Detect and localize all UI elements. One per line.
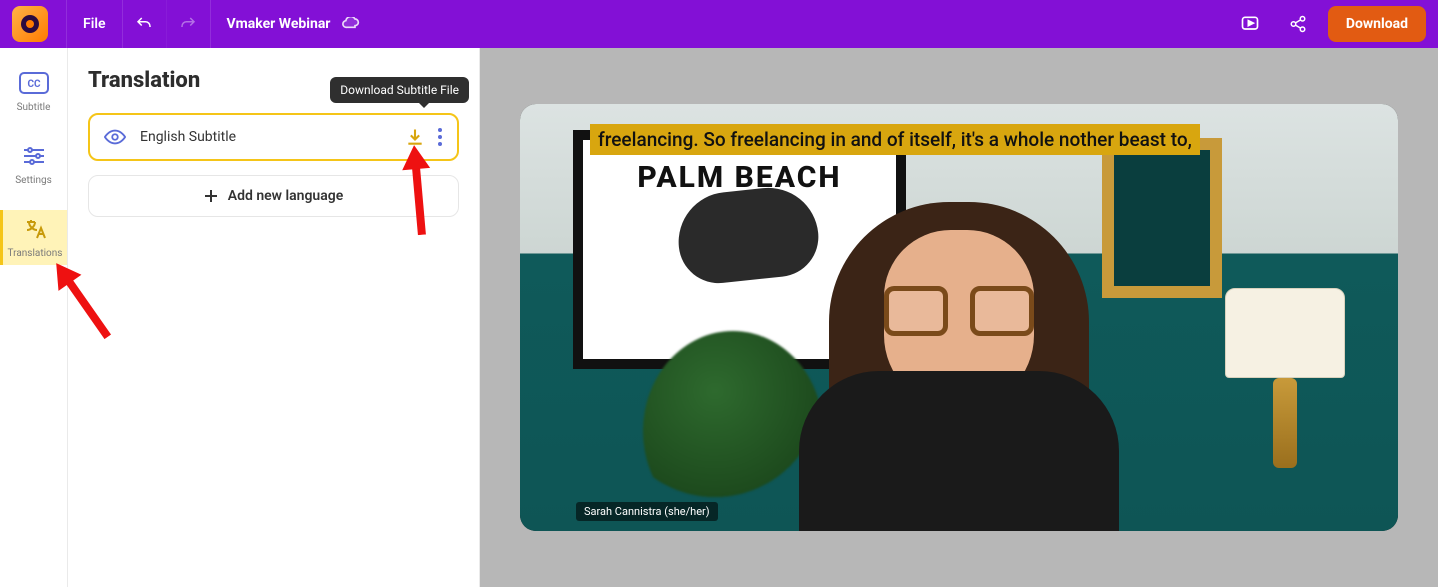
download-subtitle-button[interactable] [405, 127, 425, 147]
redo-button[interactable] [166, 0, 210, 48]
rail-item-translations[interactable]: Translations [0, 210, 67, 265]
app-logo[interactable] [12, 6, 48, 42]
rail-item-subtitle[interactable]: CC Subtitle [0, 64, 67, 119]
preview-area: PALM BEACH FLORIDA freelancing. So free [480, 48, 1438, 587]
scene-lamp [1225, 288, 1345, 488]
video-scene: PALM BEACH FLORIDA [520, 104, 1398, 530]
topbar-right: Download [1232, 6, 1426, 42]
topbar-left: File Vmaker Webinar [12, 0, 376, 48]
speaker-name-badge: Sarah Cannistra (she/her) [576, 502, 718, 521]
topbar: File Vmaker Webinar Download [0, 0, 1438, 48]
rail-label-subtitle: Subtitle [17, 102, 51, 113]
undo-icon [135, 15, 153, 33]
download-button[interactable]: Download [1328, 6, 1426, 42]
plus-icon [204, 189, 218, 203]
undo-button[interactable] [122, 0, 166, 48]
row-actions [405, 127, 443, 147]
play-icon [1240, 14, 1260, 34]
rail-item-settings[interactable]: Settings [0, 137, 67, 192]
rail-label-settings: Settings [15, 175, 52, 186]
project-title[interactable]: Vmaker Webinar [227, 16, 331, 32]
download-tooltip: Download Subtitle File [330, 77, 469, 103]
sliders-icon [18, 143, 50, 169]
cc-icon: CC [18, 70, 50, 96]
visibility-icon[interactable] [104, 129, 126, 145]
cloud-sync-icon [340, 17, 360, 31]
preview-play-button[interactable] [1232, 6, 1268, 42]
caption-strip: freelancing. So freelancing in and of it… [590, 124, 1200, 155]
rail-label-translations: Translations [8, 248, 63, 259]
subtitle-label: English Subtitle [140, 129, 391, 145]
subtitle-row-english[interactable]: Download Subtitle File English Subtitle [88, 113, 459, 161]
add-language-label: Add new language [228, 188, 344, 204]
redo-icon [179, 15, 197, 33]
share-icon [1289, 15, 1307, 33]
file-menu[interactable]: File [66, 0, 122, 48]
more-options-button[interactable] [437, 127, 443, 147]
translate-icon [19, 216, 51, 242]
project-title-wrap: Vmaker Webinar [210, 0, 377, 48]
share-button[interactable] [1280, 6, 1316, 42]
video-frame[interactable]: PALM BEACH FLORIDA freelancing. So free [520, 104, 1398, 530]
scene-person [779, 181, 1139, 531]
left-rail: CC Subtitle Settings Translations [0, 48, 68, 587]
translation-panel: Translation Download Subtitle File Engli… [68, 48, 480, 587]
svg-text:CC: CC [27, 79, 41, 90]
add-language-button[interactable]: Add new language [88, 175, 459, 217]
main-area: CC Subtitle Settings Translations Transl… [0, 48, 1438, 587]
